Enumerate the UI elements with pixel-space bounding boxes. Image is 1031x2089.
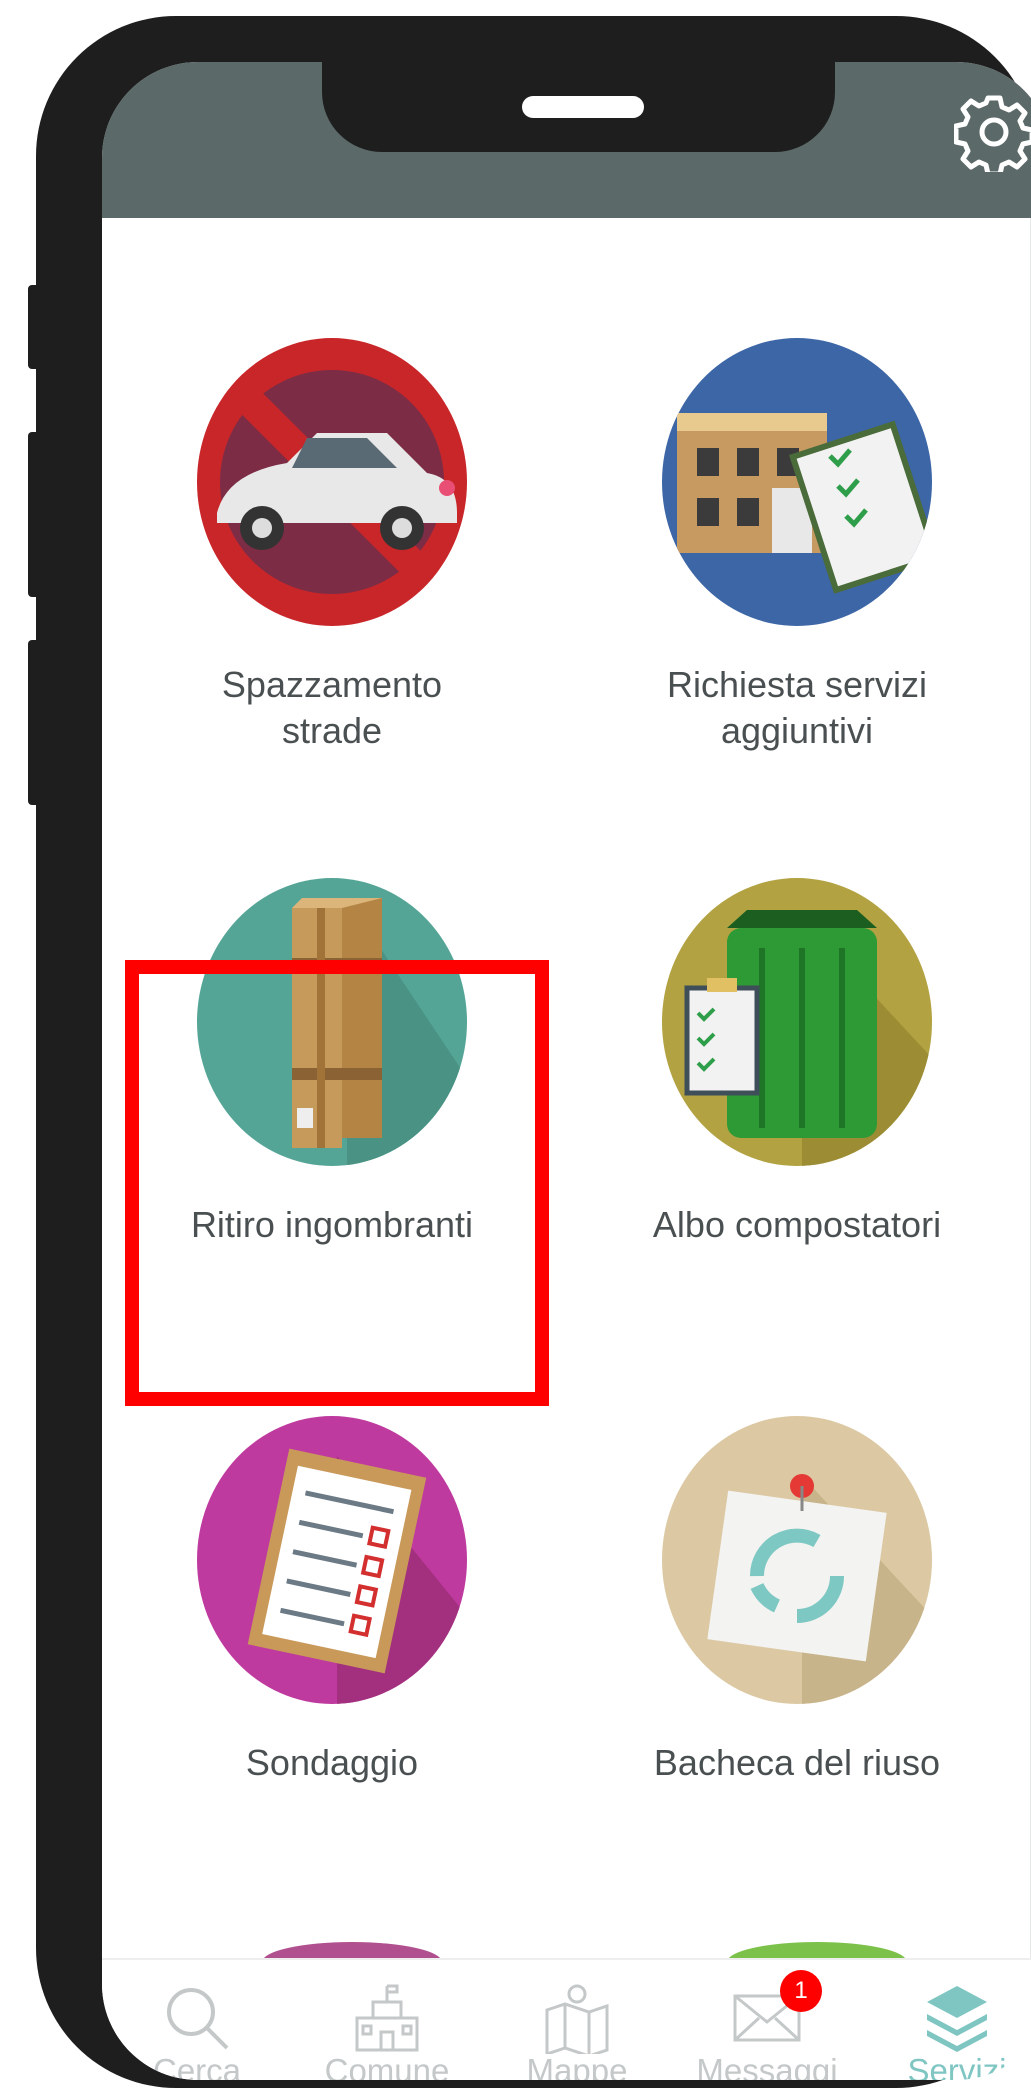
service-tile-bacheca-riuso[interactable]: Bacheca del riuso [587,1416,1007,1786]
gear-icon[interactable] [954,92,1031,172]
service-tile-albo-compostatori[interactable]: Albo compostatori [587,878,1007,1248]
recycle-note-icon [662,1416,932,1704]
phone-frame: Spazzamento strade Richiesta servizi agg… [36,16,1031,2088]
building-clipboard-icon [662,338,932,626]
tab-messaggi[interactable]: Messaggi 1 [672,1960,862,2080]
layers-icon [927,1986,987,2052]
highlight-box [125,960,549,1406]
service-tile-richiesta-servizi[interactable]: Richiesta servizi aggiuntivi [587,338,1007,754]
tab-comune[interactable]: Comune [292,1960,482,2080]
search-icon [167,1988,229,2050]
tab-servizi[interactable]: Servizi [862,1960,1031,2080]
services-grid: Spazzamento strade Richiesta servizi agg… [102,218,1031,1958]
service-tile-spazzamento[interactable]: Spazzamento strade [122,338,542,754]
app-header [102,62,1031,218]
service-tile-sondaggio[interactable]: Sondaggio [122,1416,542,1786]
service-label: Albo compostatori [652,1204,942,1245]
survey-clipboard-icon [197,1416,467,1704]
service-label: Bacheca del riuso [653,1742,941,1783]
unread-badge: 1 [780,1970,822,2012]
service-label: Richiesta servizi aggiuntivi [666,664,928,751]
service-label: Sondaggio [245,1742,419,1783]
service-label: Spazzamento strade [221,664,443,751]
speaker-grille [522,96,644,118]
town-hall-icon [355,1984,419,2052]
bottom-tab-bar: Cerca Comune Mappe Messaggi 1 Servizi [102,1958,1031,2080]
tab-mappe[interactable]: Mappe [482,1960,672,2080]
no-parking-car-icon [197,338,467,626]
compost-bin-icon [662,878,932,1166]
notch [322,62,835,152]
app-screen: Spazzamento strade Richiesta servizi agg… [102,62,1031,2080]
tab-cerca[interactable]: Cerca [102,1960,292,2080]
map-icon [545,1984,609,2054]
